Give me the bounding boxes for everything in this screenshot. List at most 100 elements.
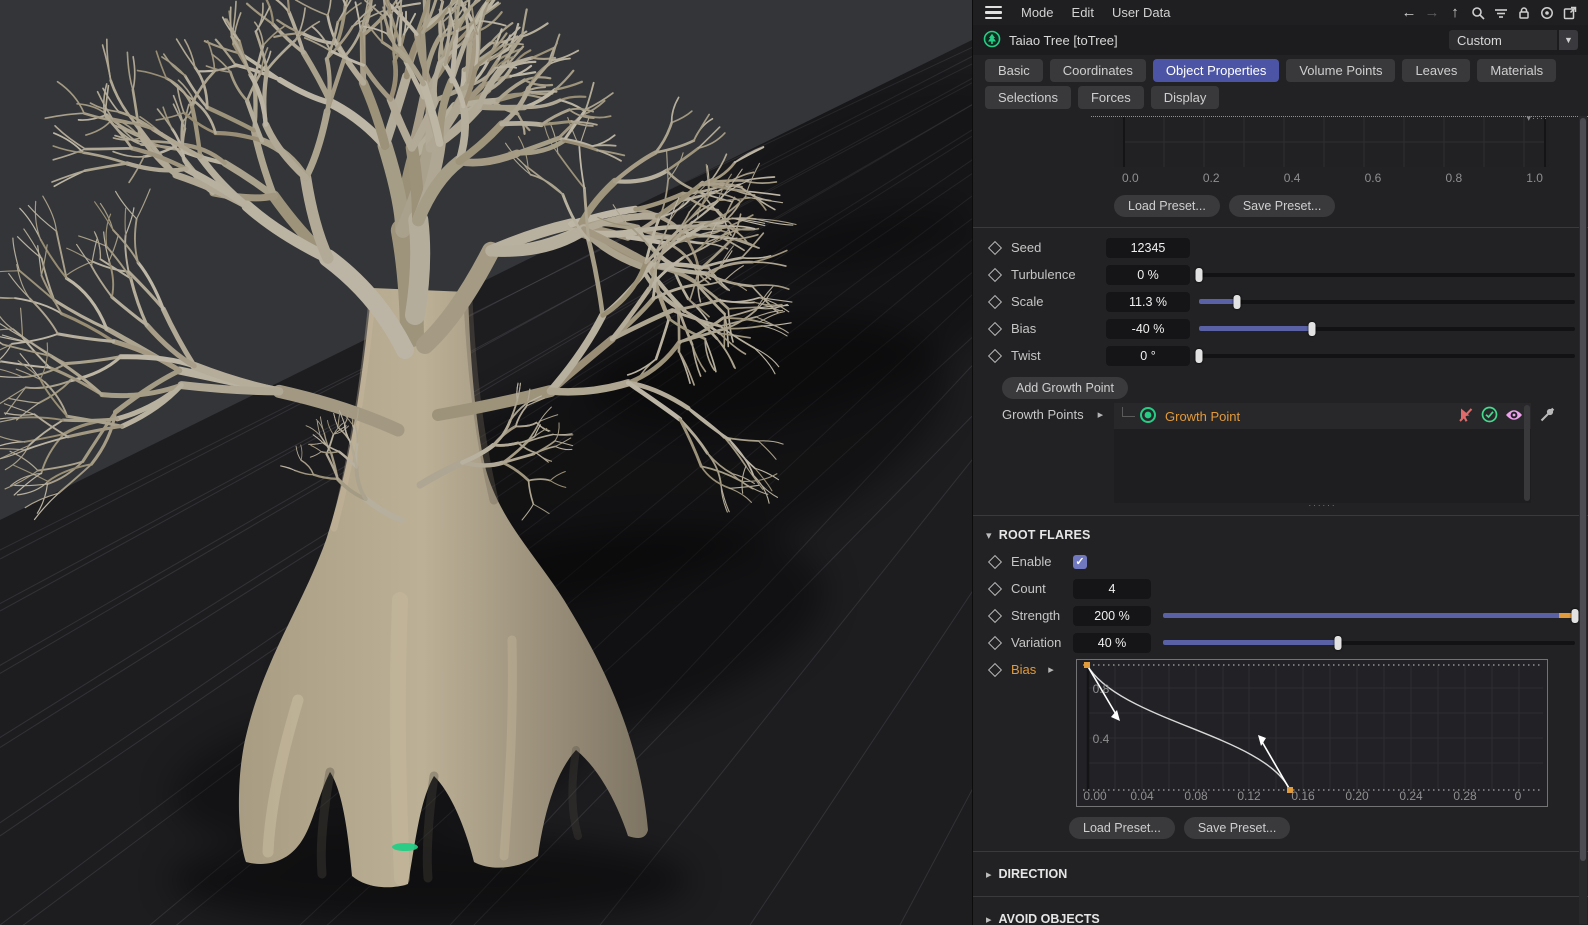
load-preset-button-2[interactable]: Load Preset... [1069, 817, 1175, 839]
expand-chevron-icon[interactable]: ▸ [1048, 663, 1054, 676]
slider-handle[interactable] [1233, 294, 1241, 309]
menu-mode[interactable]: Mode [1012, 5, 1063, 20]
bias-value-field[interactable]: -40 % [1106, 318, 1190, 339]
slider-handle[interactable] [1195, 348, 1203, 363]
growth-point-name[interactable]: Growth Point [1165, 409, 1458, 424]
keyframe-diamond-icon[interactable] [987, 267, 1003, 282]
tab-coordinates[interactable]: Coordinates [1049, 59, 1146, 82]
param-row-turbulence: Turbulence 0 % [973, 261, 1588, 288]
attribute-manager-panel: Mode Edit User Data ← → ↑ Taiao Tree [to… [972, 0, 1588, 925]
check-circle-icon[interactable] [1481, 406, 1498, 426]
keyframe-diamond-icon[interactable] [987, 554, 1003, 569]
keyframe-diamond-icon[interactable] [987, 635, 1003, 650]
preset-combo[interactable]: Custom ▼ [1449, 30, 1578, 50]
growth-point-ring-icon[interactable] [1139, 406, 1157, 427]
panel-menubar: Mode Edit User Data ← → ↑ [973, 0, 1588, 25]
keyframe-diamond-icon[interactable] [987, 240, 1003, 255]
tab-display[interactable]: Display [1150, 86, 1220, 109]
variation-slider[interactable] [1163, 635, 1575, 651]
param-row-bias: Bias -40 % [973, 315, 1588, 342]
scale-value-field[interactable]: 11.3 % [1106, 291, 1190, 312]
save-preset-button-2[interactable]: Save Preset... [1183, 817, 1291, 839]
menu-user-data[interactable]: User Data [1103, 5, 1180, 20]
3d-viewport[interactable] [0, 0, 972, 925]
deselect-cursor-icon[interactable] [1458, 407, 1474, 426]
list-resize-handle[interactable]: ······ [1114, 502, 1531, 510]
tab-materials[interactable]: Materials [1477, 59, 1557, 82]
section-direction[interactable]: ▸ DIRECTION [973, 858, 1588, 890]
object-title: Taiao Tree [toTree] [1009, 32, 1118, 48]
add-growth-point-button[interactable]: Add Growth Point [1002, 377, 1128, 399]
keyframe-diamond-icon[interactable] [987, 662, 1003, 677]
record-target-icon[interactable] [1539, 5, 1555, 21]
panel-scrollbar[interactable] [1579, 116, 1587, 924]
param-label: Seed [1011, 240, 1042, 255]
tab-volume-points[interactable]: Volume Points [1286, 59, 1396, 82]
bias-curve-editor[interactable]: 0.8 0.4 0.00 0.04 0.08 0.12 0.16 0.20 0.… [1076, 659, 1548, 807]
growth-point-list-item[interactable]: Growth Point [1114, 403, 1531, 429]
growth-points-list[interactable]: Growth Point [1114, 403, 1531, 503]
lock-icon[interactable] [1516, 5, 1532, 21]
tab-selections[interactable]: Selections [985, 86, 1071, 109]
variation-value-field[interactable]: 40 % [1073, 632, 1151, 653]
preset-combo-value[interactable]: Custom [1449, 30, 1557, 50]
list-scrollbar[interactable] [1524, 405, 1530, 501]
panel-scroll-thumb[interactable] [1580, 118, 1586, 862]
keyframe-diamond-icon[interactable] [987, 294, 1003, 309]
bias-slider[interactable] [1199, 321, 1575, 337]
section-root-flares[interactable]: ▾ ROOT FLARES [973, 522, 1588, 548]
rf-row-strength: Strength 200 % [973, 602, 1588, 629]
tab-row-1: Basic Coordinates Object Properties Volu… [973, 55, 1588, 82]
search-icon[interactable] [1470, 5, 1486, 21]
keyframe-diamond-icon[interactable] [987, 608, 1003, 623]
strength-slider[interactable] [1163, 608, 1579, 624]
forward-arrow-icon[interactable]: → [1424, 5, 1440, 21]
combo-dropdown-arrow-icon[interactable]: ▼ [1559, 30, 1578, 50]
keyframe-diamond-icon[interactable] [987, 581, 1003, 596]
hamburger-menu-icon[interactable] [985, 5, 1002, 20]
turbulence-value-field[interactable]: 0 % [1106, 264, 1190, 285]
collapse-chevron-icon[interactable]: ▸ [986, 913, 992, 925]
filter-icon[interactable] [1493, 5, 1509, 21]
slider-handle[interactable] [1334, 635, 1342, 650]
scale-slider[interactable] [1199, 294, 1575, 310]
enable-checkbox[interactable]: ✓ [1073, 554, 1087, 569]
back-arrow-icon[interactable]: ← [1401, 5, 1417, 21]
collapse-chevron-icon[interactable]: ▸ [986, 868, 992, 881]
open-window-icon[interactable] [1562, 5, 1578, 21]
section-splitter[interactable]: ▾···· [1091, 113, 1588, 123]
section-avoid-objects[interactable]: ▸ AVOID OBJECTS [973, 903, 1588, 925]
twist-slider[interactable] [1195, 348, 1575, 364]
slider-handle[interactable] [1195, 267, 1203, 282]
tree-object-icon [983, 30, 1001, 51]
count-value-field[interactable]: 4 [1073, 578, 1151, 599]
strength-value-field[interactable]: 200 % [1073, 605, 1151, 626]
curve-point-1 [1084, 662, 1090, 668]
keyframe-diamond-icon[interactable] [987, 348, 1003, 363]
eyedropper-icon[interactable] [1539, 407, 1555, 426]
slider-handle[interactable] [1571, 608, 1579, 623]
param-label: Scale [1011, 294, 1044, 309]
collapse-chevron-icon[interactable]: ▾ [986, 529, 992, 542]
rf-row-variation: Variation 40 % [973, 629, 1588, 656]
up-arrow-icon[interactable]: ↑ [1447, 5, 1463, 21]
menu-edit[interactable]: Edit [1063, 5, 1103, 20]
param-row-scale: Scale 11.3 % [973, 288, 1588, 315]
keyframe-diamond-icon[interactable] [987, 321, 1003, 336]
slider-handle[interactable] [1308, 321, 1316, 336]
section-title: AVOID OBJECTS [998, 912, 1100, 925]
tab-forces[interactable]: Forces [1077, 86, 1144, 109]
eye-icon[interactable] [1505, 408, 1523, 425]
seed-value-field[interactable]: 12345 [1106, 237, 1190, 258]
save-preset-button[interactable]: Save Preset... [1228, 195, 1336, 217]
expand-chevron-icon[interactable]: ▸ [1098, 408, 1104, 421]
tab-object-properties[interactable]: Object Properties [1152, 59, 1280, 82]
rf-row-count: Count 4 [973, 575, 1588, 602]
gradient-curve-editor-partial[interactable]: 0.0 0.2 0.4 0.6 0.8 1.0 [1114, 117, 1549, 185]
turbulence-slider[interactable] [1195, 267, 1575, 283]
tab-leaves[interactable]: Leaves [1402, 59, 1471, 82]
param-label: Turbulence [1011, 267, 1076, 282]
tab-basic[interactable]: Basic [985, 59, 1043, 82]
twist-value-field[interactable]: 0 ° [1106, 345, 1190, 366]
load-preset-button[interactable]: Load Preset... [1114, 195, 1220, 217]
